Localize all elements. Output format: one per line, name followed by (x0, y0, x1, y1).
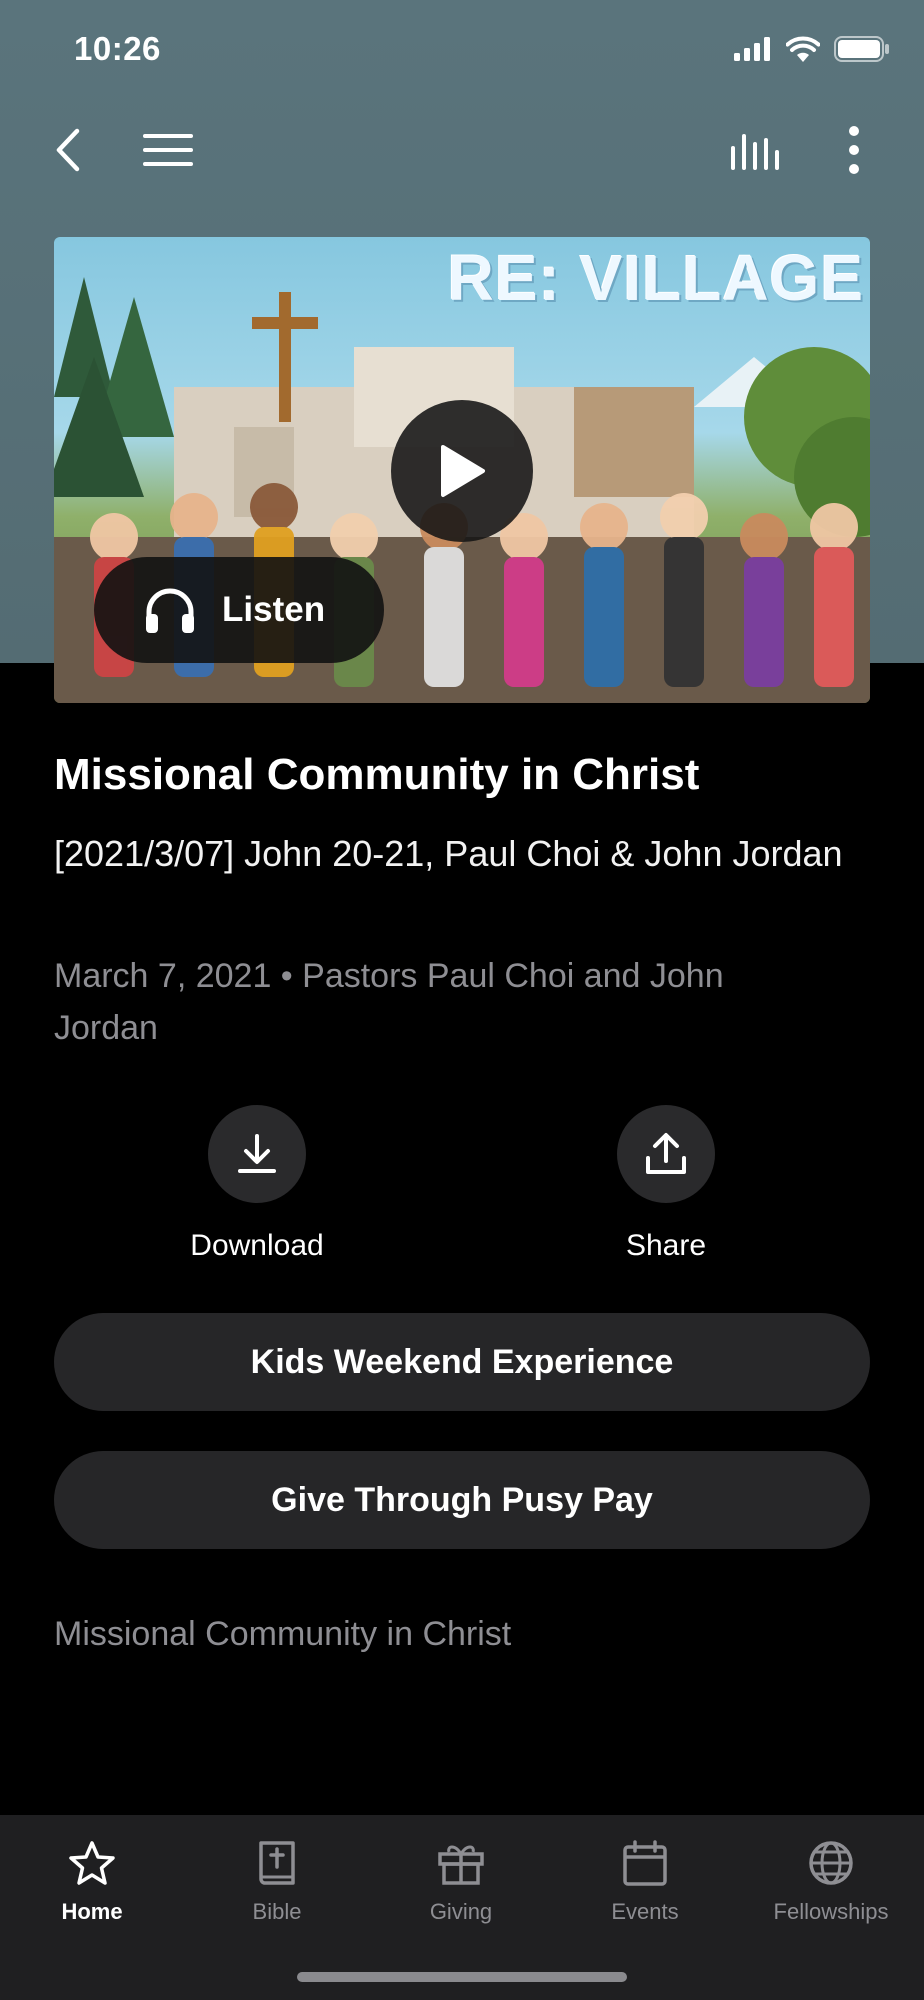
equalizer-icon (731, 134, 779, 170)
chevron-left-icon (56, 128, 80, 172)
star-icon (69, 1841, 115, 1885)
download-icon (238, 1134, 276, 1173)
globe-icon (809, 1841, 853, 1885)
tab-bible[interactable]: Bible (197, 1833, 357, 1925)
download-action[interactable]: Download (167, 1105, 347, 1263)
menu-button[interactable] (128, 110, 208, 190)
sermon-description: Missional Community in Christ (54, 1615, 512, 1653)
sermon-artwork[interactable]: RE: VILLAGE Listen (54, 237, 870, 703)
tab-events-label: Events (611, 1899, 679, 1924)
tab-giving-label: Giving (429, 1899, 493, 1924)
share-label: Share (625, 1229, 707, 1262)
back-button[interactable] (28, 110, 108, 190)
hamburger-icon (143, 134, 193, 166)
kids-weekend-button[interactable]: Kids Weekend Experience (54, 1313, 870, 1411)
more-vertical-icon (849, 126, 859, 174)
battery-icon (834, 36, 889, 62)
play-button[interactable] (391, 400, 533, 542)
sermon-title: Missional Community in Christ (54, 750, 700, 799)
tab-giving[interactable]: Giving (381, 1833, 541, 1925)
calendar-icon (623, 1840, 667, 1886)
tab-fellowships-label: Fellowships (773, 1899, 889, 1924)
listen-button[interactable]: Listen (94, 557, 384, 663)
tab-home-label: Home (61, 1899, 123, 1924)
listen-label: Listen (222, 590, 326, 629)
download-label: Download (190, 1229, 324, 1262)
sermon-subtitle: [2021/3/07] John 20-21, Paul Choi & John… (54, 833, 843, 874)
share-action[interactable]: Share (576, 1105, 756, 1263)
nav-bar (0, 110, 924, 190)
tab-bible-label: Bible (252, 1899, 302, 1924)
status-time: 10:26 (74, 30, 161, 67)
wifi-icon (786, 36, 820, 62)
share-button[interactable] (617, 1105, 715, 1203)
more-options-button[interactable] (814, 110, 894, 190)
give-button[interactable]: Give Through Pusy Pay (54, 1451, 870, 1549)
bible-icon (259, 1841, 295, 1885)
status-bar: 10:26 (0, 0, 924, 100)
cellular-signal-icon (734, 37, 770, 61)
status-icons (734, 36, 890, 62)
play-icon (441, 445, 485, 497)
share-icon (646, 1133, 686, 1174)
tab-events[interactable]: Events (565, 1833, 725, 1925)
sermon-meta: March 7, 2021 • Pastors Paul Choi and Jo… (54, 957, 724, 1047)
artwork-title: RE: VILLAGE (447, 242, 864, 314)
audio-button[interactable] (716, 110, 796, 190)
tab-fellowships[interactable]: Fellowships (751, 1833, 911, 1925)
gift-icon (438, 1845, 484, 1885)
download-button[interactable] (208, 1105, 306, 1203)
tab-home[interactable]: Home (12, 1833, 172, 1925)
home-indicator (297, 1972, 627, 1982)
headphones-icon (146, 588, 194, 633)
